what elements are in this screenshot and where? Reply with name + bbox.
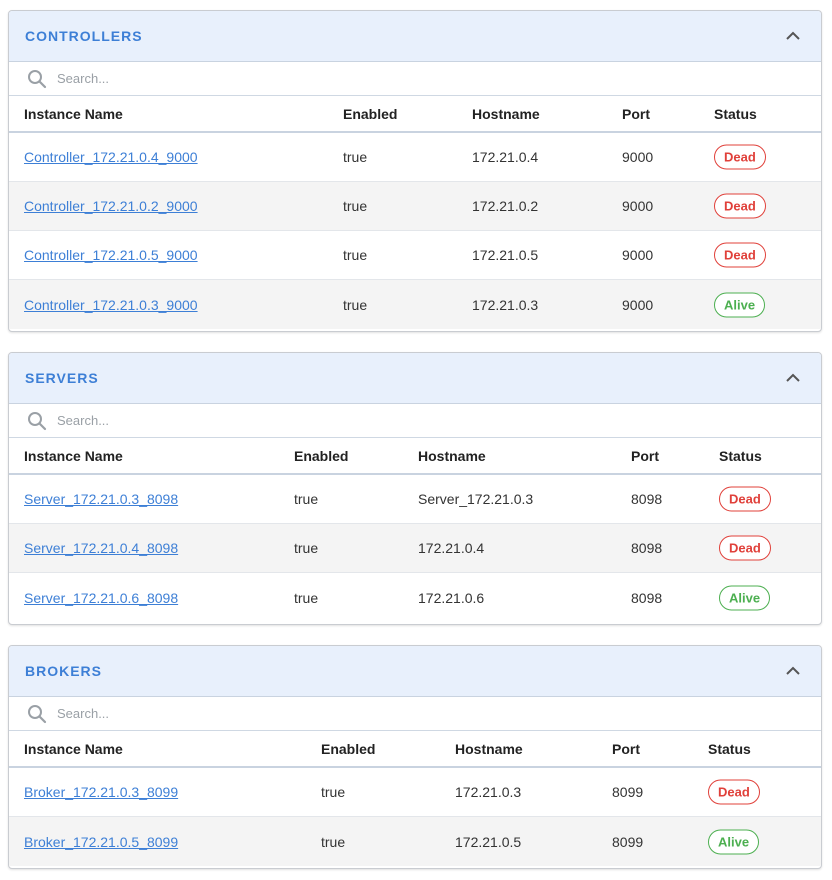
column-header-instance-name[interactable]: Instance Name (24, 741, 123, 757)
instance-link[interactable]: Server_172.21.0.3_8098 (24, 491, 178, 507)
enabled-value: true (343, 247, 368, 263)
instance-link[interactable]: Controller_172.21.0.3_9000 (24, 297, 198, 313)
chevron-up-icon (786, 31, 800, 40)
hostname-value: Server_172.21.0.3 (418, 491, 534, 507)
hostname-value: 172.21.0.6 (418, 589, 485, 606)
search-icon (27, 411, 47, 431)
search-input[interactable] (55, 705, 359, 722)
status-badge: Dead (708, 779, 760, 805)
port-value: 9000 (622, 247, 654, 263)
column-header-instance-name[interactable]: Instance Name (24, 106, 123, 122)
column-header-status[interactable]: Status (708, 741, 751, 757)
search-bar (9, 697, 821, 731)
column-header-hostname[interactable]: Hostname (418, 448, 486, 464)
instance-link[interactable]: Controller_172.21.0.5_9000 (24, 247, 198, 263)
search-icon (27, 704, 47, 724)
instance-link[interactable]: Controller_172.21.0.2_9000 (24, 198, 198, 214)
status-badge: Dead (714, 242, 766, 268)
port-value: 8098 (631, 491, 663, 507)
table-header: Instance Name Enabled Hostname Port Stat… (9, 438, 821, 475)
search-bar (9, 62, 821, 96)
column-header-status[interactable]: Status (714, 106, 757, 122)
port-value: 8099 (612, 833, 644, 850)
port-value: 9000 (622, 296, 654, 313)
column-header-port[interactable]: Port (631, 448, 659, 464)
enabled-value: true (343, 296, 368, 313)
instance-link[interactable]: Server_172.21.0.4_8098 (24, 540, 178, 556)
enabled-value: true (294, 491, 319, 507)
status-badge: Dead (719, 535, 771, 561)
hostname-value: 172.21.0.5 (472, 247, 539, 263)
table-row: Controller_172.21.0.5_9000 true 172.21.0… (9, 231, 821, 280)
hostname-value: 172.21.0.5 (455, 833, 522, 850)
column-header-hostname[interactable]: Hostname (455, 741, 523, 757)
hostname-value: 172.21.0.3 (455, 784, 522, 800)
port-value: 9000 (622, 198, 654, 214)
brokers-panel: BROKERS Instance Name Enabled Hostname P… (8, 645, 822, 869)
status-badge: Alive (719, 585, 771, 610)
column-header-enabled[interactable]: Enabled (321, 741, 375, 757)
hostname-value: 172.21.0.4 (418, 540, 485, 556)
port-value: 8098 (631, 589, 663, 606)
status-badge: Dead (719, 486, 771, 512)
table-row: Server_172.21.0.6_8098 true 172.21.0.6 8… (9, 573, 821, 622)
collapse-button[interactable] (773, 651, 813, 691)
panel-title: CONTROLLERS (25, 28, 143, 44)
status-badge: Dead (714, 193, 766, 219)
column-header-enabled[interactable]: Enabled (343, 106, 397, 122)
panel-title: SERVERS (25, 370, 99, 386)
table-row: Broker_172.21.0.5_8099 true 172.21.0.5 8… (9, 817, 821, 866)
port-value: 8099 (612, 784, 644, 800)
enabled-value: true (343, 198, 368, 214)
table-row: Controller_172.21.0.2_9000 true 172.21.0… (9, 182, 821, 231)
panel-header[interactable]: SERVERS (9, 353, 821, 404)
search-icon (27, 69, 47, 89)
table-row: Controller_172.21.0.3_9000 true 172.21.0… (9, 280, 821, 329)
status-badge: Dead (714, 144, 766, 170)
enabled-value: true (294, 540, 319, 556)
instance-link[interactable]: Broker_172.21.0.3_8099 (24, 784, 178, 800)
instance-link[interactable]: Server_172.21.0.6_8098 (24, 590, 178, 606)
column-header-port[interactable]: Port (612, 741, 640, 757)
column-header-status[interactable]: Status (719, 448, 762, 464)
table-row: Broker_172.21.0.3_8099 true 172.21.0.3 8… (9, 768, 821, 817)
column-header-port[interactable]: Port (622, 106, 650, 122)
chevron-up-icon (786, 666, 800, 675)
panel-header[interactable]: BROKERS (9, 646, 821, 697)
instance-link[interactable]: Controller_172.21.0.4_9000 (24, 149, 198, 165)
chevron-up-icon (786, 373, 800, 382)
enabled-value: true (321, 833, 346, 850)
servers-panel: SERVERS Instance Name Enabled Hostname P… (8, 352, 822, 625)
enabled-value: true (321, 784, 346, 800)
controllers-panel: CONTROLLERS Instance Name Enabled Hostna… (8, 10, 822, 332)
enabled-value: true (294, 589, 319, 606)
hostname-value: 172.21.0.2 (472, 198, 539, 214)
port-value: 8098 (631, 540, 663, 556)
hostname-value: 172.21.0.4 (472, 149, 539, 165)
column-header-instance-name[interactable]: Instance Name (24, 448, 123, 464)
table-header: Instance Name Enabled Hostname Port Stat… (9, 96, 821, 133)
panel-header[interactable]: CONTROLLERS (9, 11, 821, 62)
search-input[interactable] (55, 70, 359, 87)
column-header-hostname[interactable]: Hostname (472, 106, 540, 122)
search-input[interactable] (55, 412, 359, 429)
port-value: 9000 (622, 149, 654, 165)
table-row: Controller_172.21.0.4_9000 true 172.21.0… (9, 133, 821, 182)
status-badge: Alive (708, 829, 760, 854)
table-row: Server_172.21.0.4_8098 true 172.21.0.4 8… (9, 524, 821, 573)
status-badge: Alive (714, 292, 766, 317)
table-row: Server_172.21.0.3_8098 true Server_172.2… (9, 475, 821, 524)
collapse-button[interactable] (773, 16, 813, 56)
search-bar (9, 404, 821, 438)
collapse-button[interactable] (773, 358, 813, 398)
panel-title: BROKERS (25, 663, 103, 679)
enabled-value: true (343, 149, 368, 165)
hostname-value: 172.21.0.3 (472, 296, 539, 313)
instance-link[interactable]: Broker_172.21.0.5_8099 (24, 834, 178, 850)
column-header-enabled[interactable]: Enabled (294, 448, 348, 464)
table-header: Instance Name Enabled Hostname Port Stat… (9, 731, 821, 768)
